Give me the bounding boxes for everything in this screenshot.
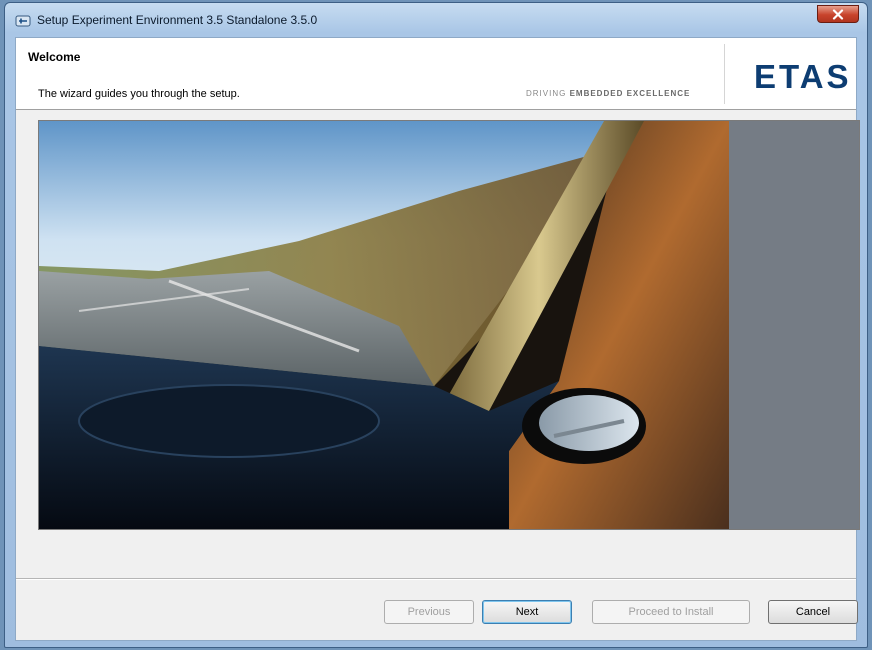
setup-window: Setup Experiment Environment 3.5 Standal… [4,2,868,648]
welcome-banner-image [38,120,860,530]
next-button[interactable]: Next [482,600,572,624]
footer-separator [16,578,856,580]
wizard-client-area: Welcome The wizard guides you through th… [15,37,860,641]
window-title: Setup Experiment Environment 3.5 Standal… [37,13,318,27]
page-title: Welcome [28,50,81,64]
proceed-to-install-button[interactable]: Proceed to Install [592,600,750,624]
close-button[interactable] [817,5,859,23]
previous-button[interactable]: Previous [384,600,474,624]
page-subtitle: The wizard guides you through the setup. [38,88,240,100]
close-icon [832,9,844,20]
tagline-light: DRIVING [526,89,570,98]
wizard-header: Welcome The wizard guides you through th… [16,38,856,110]
tagline-bold: EMBEDDED EXCELLENCE [569,89,691,98]
etas-logo: ETAS [754,58,852,95]
title-bar[interactable]: Setup Experiment Environment 3.5 Standal… [5,3,867,37]
header-divider [724,44,725,104]
cancel-button[interactable]: Cancel [768,600,858,624]
setup-app-icon [15,13,31,29]
brand-tagline: DRIVING EMBEDDED EXCELLENCE [526,89,690,98]
